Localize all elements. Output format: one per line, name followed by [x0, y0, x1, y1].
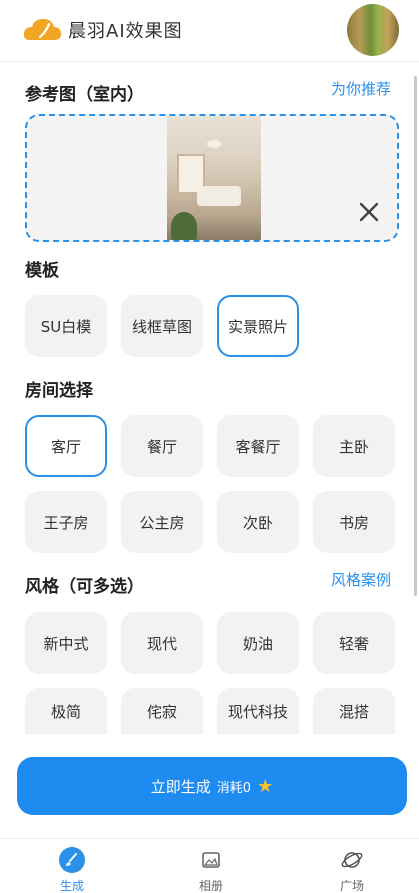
- style-option-cream[interactable]: 奶油: [217, 612, 299, 674]
- style-option-modern-tech[interactable]: 现代科技: [217, 688, 299, 734]
- generate-button[interactable]: 立即生成 消耗0 ★: [17, 757, 407, 815]
- scrollbar[interactable]: [414, 76, 417, 596]
- brush-icon: [59, 847, 85, 873]
- app-title: 晨羽AI效果图: [68, 21, 183, 42]
- tab-square[interactable]: 广场: [302, 839, 402, 893]
- style-option-wabi-sabi[interactable]: 侘寂: [121, 688, 203, 734]
- reference-photo: [167, 116, 261, 240]
- room-section-title: 房间选择: [25, 381, 93, 401]
- style-option-modern[interactable]: 现代: [121, 612, 203, 674]
- recommend-link[interactable]: 为你推荐: [331, 78, 391, 99]
- style-option-new-chinese[interactable]: 新中式: [25, 612, 107, 674]
- cloud-logo-icon: [23, 19, 61, 40]
- close-icon[interactable]: [357, 200, 381, 224]
- reference-image-upload[interactable]: [25, 114, 399, 242]
- planet-icon: [341, 852, 363, 868]
- style-option-light-luxury[interactable]: 轻奢: [313, 612, 395, 674]
- reference-section-title: 参考图（室内）: [25, 85, 144, 105]
- app-header: 晨羽AI效果图: [0, 0, 419, 62]
- template-option-wireframe[interactable]: 线框草图: [121, 295, 203, 357]
- generate-label: 立即生成: [150, 777, 211, 796]
- room-option-prince-room[interactable]: 王子房: [25, 491, 107, 553]
- room-option-living[interactable]: 客厅: [25, 415, 107, 477]
- room-option-study[interactable]: 书房: [313, 491, 395, 553]
- star-icon: ★: [257, 775, 274, 797]
- template-option-photo[interactable]: 实景照片: [217, 295, 299, 357]
- tab-generate-label: 生成: [59, 879, 84, 893]
- avatar[interactable]: [347, 4, 399, 56]
- room-option-master-bedroom[interactable]: 主卧: [313, 415, 395, 477]
- template-section-title: 模板: [25, 261, 59, 281]
- room-option-princess-room[interactable]: 公主房: [121, 491, 203, 553]
- style-cases-link[interactable]: 风格案例: [331, 569, 391, 590]
- tab-generate[interactable]: 生成: [22, 839, 122, 893]
- tab-album[interactable]: 相册: [161, 839, 261, 893]
- room-option-living-dining[interactable]: 客餐厅: [217, 415, 299, 477]
- style-section-title: 风格（可多选）: [25, 577, 144, 597]
- room-option-dining[interactable]: 餐厅: [121, 415, 203, 477]
- album-icon: [202, 852, 220, 868]
- tab-album-label: 相册: [198, 879, 223, 893]
- room-option-second-bedroom[interactable]: 次卧: [217, 491, 299, 553]
- style-option-minimal[interactable]: 极简: [25, 688, 107, 734]
- tab-square-label: 广场: [339, 879, 364, 893]
- bottom-tab-bar: 生成 相册 广场: [0, 838, 419, 893]
- template-option-su[interactable]: SU白模: [25, 295, 107, 357]
- generate-cost: 消耗0: [216, 780, 252, 796]
- style-option-mix[interactable]: 混搭: [313, 688, 395, 734]
